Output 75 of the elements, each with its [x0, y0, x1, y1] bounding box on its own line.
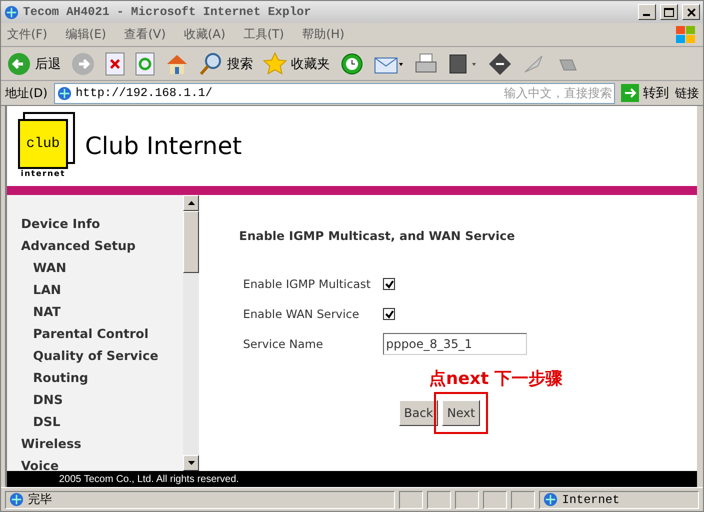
menu-link[interactable]: LAN	[21, 279, 183, 301]
input-field[interactable]: pppoe_8_35_1	[383, 333, 527, 355]
maximize-icon	[664, 8, 674, 16]
menu-link[interactable]: DNS	[21, 389, 183, 411]
status-panel	[483, 490, 507, 508]
edit-button[interactable]	[448, 52, 478, 76]
stop-icon	[105, 52, 125, 76]
field-label: Service Name	[243, 337, 324, 351]
status-panel	[511, 490, 535, 508]
diamond-icon	[488, 52, 512, 76]
history-button[interactable]	[340, 52, 364, 76]
back-button[interactable]: 后退	[7, 52, 61, 76]
search-button[interactable]: 搜索	[199, 52, 253, 76]
globe-icon	[9, 492, 24, 507]
document-icon	[448, 52, 478, 76]
globe-icon	[543, 492, 558, 507]
menu-link[interactable]: Parental Control	[21, 323, 183, 345]
checkbox[interactable]	[383, 308, 395, 320]
status-panel	[399, 490, 423, 508]
brand-name: Club Internet	[85, 132, 242, 160]
windows-logo-icon	[675, 24, 697, 44]
menu-item[interactable]: 帮助(H)	[302, 26, 344, 43]
clock-icon	[340, 52, 364, 76]
menu-item[interactable]: 查看(V)	[124, 26, 166, 43]
window-title: Tecom AH4021 - Microsoft Internet Explor	[23, 5, 312, 19]
go-button[interactable]: 转到	[621, 84, 669, 102]
address-field[interactable]: http://192.168.1.1/ 输入中文，直接搜索	[54, 82, 615, 104]
section-heading: Enable IGMP Multicast, and WAN Service	[239, 229, 516, 243]
zone-text: Internet	[562, 492, 620, 506]
annotation: 点next 下一步骤	[429, 368, 564, 390]
discuss-button[interactable]	[488, 52, 512, 76]
scroll-up-icon	[188, 201, 194, 205]
refresh-button[interactable]	[135, 52, 155, 76]
status-panel	[427, 490, 451, 508]
menu-item[interactable]: 编辑(E)	[65, 26, 106, 43]
checkbox[interactable]	[383, 278, 395, 290]
favorites-button[interactable]: 收藏夹	[263, 52, 330, 76]
menu-link[interactable]: NAT	[21, 301, 183, 323]
scrollbar[interactable]	[183, 195, 199, 471]
menu-link[interactable]: Quality of Service	[21, 345, 183, 367]
printer-icon	[414, 52, 438, 76]
scroll-thumb[interactable]	[183, 211, 199, 273]
globe-icon	[4, 4, 19, 20]
print-button[interactable]	[414, 52, 438, 76]
menu-link[interactable]: Voice	[21, 455, 183, 471]
menu-item[interactable]: 工具(T)	[243, 26, 284, 43]
status-text: 完毕	[28, 491, 52, 508]
menu-link[interactable]: DSL	[21, 411, 183, 433]
menu-item[interactable]: 收藏(A)	[184, 26, 226, 43]
maximize-button[interactable]	[660, 4, 678, 20]
status-panel	[455, 490, 479, 508]
field-label: Enable IGMP Multicast	[243, 277, 372, 291]
close-button[interactable]	[682, 4, 700, 20]
forward-icon	[71, 52, 95, 76]
scroll-down-icon	[188, 461, 194, 465]
form-button[interactable]: Next	[442, 400, 480, 426]
refresh-icon	[135, 52, 155, 76]
menu-link[interactable]: Advanced Setup	[21, 235, 183, 257]
menu-link[interactable]: Routing	[21, 367, 183, 389]
form-button[interactable]: Back	[399, 400, 438, 426]
globe-icon	[56, 86, 72, 100]
menu-item[interactable]: 文件(F)	[7, 26, 48, 43]
copyright: 2005 Tecom Co., Ltd. All rights reserved.	[59, 474, 239, 484]
menu-link[interactable]: WAN	[21, 257, 183, 279]
stop-button[interactable]	[105, 52, 125, 76]
star-icon	[263, 52, 287, 76]
links-label[interactable]: 链接	[675, 84, 699, 102]
minimize-button[interactable]	[638, 4, 656, 20]
menu-link[interactable]: Wireless	[21, 433, 183, 455]
address-label: 地址(D)	[5, 84, 48, 102]
back-icon	[7, 52, 31, 76]
close-icon	[686, 8, 696, 16]
menu-link[interactable]: Device Info	[21, 213, 183, 235]
search-icon	[199, 52, 223, 76]
field-label: Enable WAN Service	[243, 307, 360, 321]
